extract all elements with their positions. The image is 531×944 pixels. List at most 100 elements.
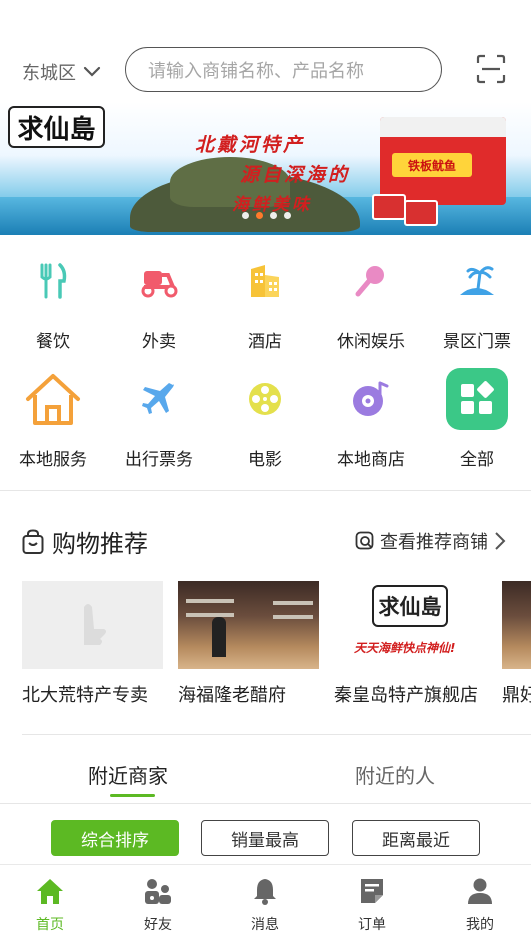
- user-icon: [468, 878, 492, 904]
- shop-slogan: 天天海鲜快点神仙!: [354, 641, 456, 655]
- shop-name: 秦皇岛特产旗舰店: [334, 685, 478, 706]
- category-label: 电影: [248, 450, 282, 470]
- placeholder-image-icon: [84, 604, 106, 645]
- nav-label: 订单: [358, 917, 386, 933]
- product-box-lid: [380, 117, 506, 137]
- category-all[interactable]: 全部: [424, 368, 530, 478]
- house-icon: [26, 374, 80, 425]
- nav-friends[interactable]: 好友: [118, 877, 198, 934]
- carousel-dot[interactable]: [270, 212, 277, 219]
- recommend-title: 购物推荐: [52, 530, 148, 558]
- chevron-right-icon: [495, 532, 506, 550]
- view-recommended-shops-link[interactable]: 查看推荐商铺: [355, 528, 511, 554]
- tab-nearby-merchants[interactable]: 附近商家: [88, 760, 168, 789]
- section-title: 购物推荐: [22, 524, 148, 559]
- sort-sales-button[interactable]: 销量最高: [201, 820, 329, 856]
- carousel-dot[interactable]: [256, 212, 263, 219]
- category-scenic-tickets[interactable]: 景区门票: [424, 250, 530, 360]
- friends-icon: [145, 879, 171, 904]
- category-label: 酒店: [248, 332, 282, 352]
- category-label: 餐饮: [36, 332, 70, 352]
- grid-all-icon: [446, 368, 508, 430]
- nav-label: 好友: [144, 917, 172, 933]
- top-header: 东城区 请输入商铺名称、产品名称: [0, 44, 531, 98]
- section-divider: [0, 490, 531, 491]
- search-store-icon: [355, 531, 374, 550]
- product-packet: [404, 200, 438, 226]
- airplane-icon: [142, 383, 174, 414]
- scan-icon[interactable]: [476, 54, 506, 84]
- shop-card[interactable]: 北大荒特产专卖: [22, 581, 163, 707]
- shop-thumbnail: [178, 581, 319, 669]
- nav-home[interactable]: 首页: [10, 877, 90, 934]
- microphone-icon: [355, 266, 384, 297]
- shop-thumbnail: [22, 581, 163, 669]
- island-icon: [460, 266, 494, 295]
- sort-comprehensive-button[interactable]: 综合排序: [51, 820, 179, 856]
- brand-logo-text: 求仙島: [17, 114, 96, 145]
- nav-label: 首页: [36, 917, 64, 933]
- category-travel-tickets[interactable]: 出行票务: [106, 368, 212, 478]
- carousel-dot[interactable]: [242, 212, 249, 219]
- section-divider: [22, 734, 531, 735]
- bottom-navigation: 首页 好友 消息 订单 我的: [0, 864, 531, 944]
- order-icon: [361, 879, 383, 903]
- utensils-icon: [40, 263, 67, 299]
- record-icon: [353, 381, 389, 416]
- shop-card[interactable]: 鼎好: [502, 581, 531, 707]
- category-label: 本地商店: [337, 450, 405, 470]
- nav-orders[interactable]: 订单: [332, 877, 412, 934]
- product-box-image: 铁板鱿鱼: [380, 117, 506, 205]
- city-label: 东城区: [22, 63, 76, 84]
- shopping-recommend-header: 购物推荐 查看推荐商铺: [0, 522, 531, 558]
- shop-name: 海福隆老醋府: [178, 685, 286, 706]
- search-input[interactable]: 请输入商铺名称、产品名称: [125, 47, 442, 92]
- category-entertainment[interactable]: 休闲娱乐: [318, 250, 424, 360]
- view-more-label: 查看推荐商铺: [380, 532, 488, 553]
- banner-slogan-line: 北戴河特产: [195, 134, 306, 156]
- category-label: 外卖: [142, 332, 176, 352]
- tab-nearby-people[interactable]: 附近的人: [355, 760, 435, 789]
- shop-name: 北大荒特产专卖: [22, 685, 148, 706]
- product-label: 铁板鱿鱼: [392, 153, 472, 177]
- category-label: 出行票务: [125, 450, 193, 470]
- nav-label: 我的: [466, 917, 494, 933]
- shop-thumbnail: 求仙島 天天海鲜快点神仙!: [334, 581, 475, 669]
- category-grid: 餐饮 外卖 酒店 休闲娱乐 景区门票 本地服务 出行票务 电影 本地商店 全部: [0, 250, 531, 485]
- active-tab-indicator: [110, 794, 155, 797]
- category-movie[interactable]: 电影: [212, 368, 318, 478]
- chevron-down-icon: [83, 66, 101, 77]
- product-packet: [372, 194, 406, 220]
- category-label: 休闲娱乐: [337, 332, 405, 352]
- carousel-dot[interactable]: [284, 212, 291, 219]
- category-hotel[interactable]: 酒店: [212, 250, 318, 360]
- shop-name: 鼎好: [502, 685, 531, 706]
- bell-icon: [254, 879, 276, 905]
- hotel-icon: [251, 265, 279, 297]
- category-label: 景区门票: [443, 332, 511, 352]
- shop-card[interactable]: 海福隆老醋府: [178, 581, 319, 707]
- recommended-shops-carousel[interactable]: 北大荒特产专卖 海福隆老醋府 求仙島 天天海鲜快点神仙! 秦皇岛特产旗舰店 鼎好: [0, 581, 531, 711]
- nav-messages[interactable]: 消息: [225, 877, 305, 934]
- film-reel-icon: [249, 383, 281, 415]
- shop-logo-text: 求仙島: [378, 594, 442, 619]
- nav-label: 消息: [251, 917, 279, 933]
- category-local-service[interactable]: 本地服务: [0, 368, 106, 478]
- sort-filters: 综合排序 销量最高 距离最近: [0, 820, 531, 856]
- city-selector[interactable]: 东城区: [22, 59, 102, 85]
- sort-distance-button[interactable]: 距离最近: [352, 820, 480, 856]
- carousel-indicator: [242, 212, 291, 219]
- shopping-bag-icon: [22, 528, 44, 554]
- nav-profile[interactable]: 我的: [440, 877, 520, 934]
- banner-slogan-line: 源自深海的: [240, 164, 351, 186]
- home-icon: [37, 879, 63, 904]
- category-label: 本地服务: [19, 450, 87, 470]
- category-dining[interactable]: 餐饮: [0, 250, 106, 360]
- shop-logo: 求仙島: [372, 585, 448, 627]
- category-label: 全部: [460, 450, 494, 470]
- brand-logo: 求仙島: [8, 106, 105, 148]
- nearby-tabs: 附近商家 附近的人: [0, 752, 531, 804]
- category-local-store[interactable]: 本地商店: [318, 368, 424, 478]
- category-takeout[interactable]: 外卖: [106, 250, 212, 360]
- shop-card[interactable]: 求仙島 天天海鲜快点神仙! 秦皇岛特产旗舰店: [334, 581, 478, 707]
